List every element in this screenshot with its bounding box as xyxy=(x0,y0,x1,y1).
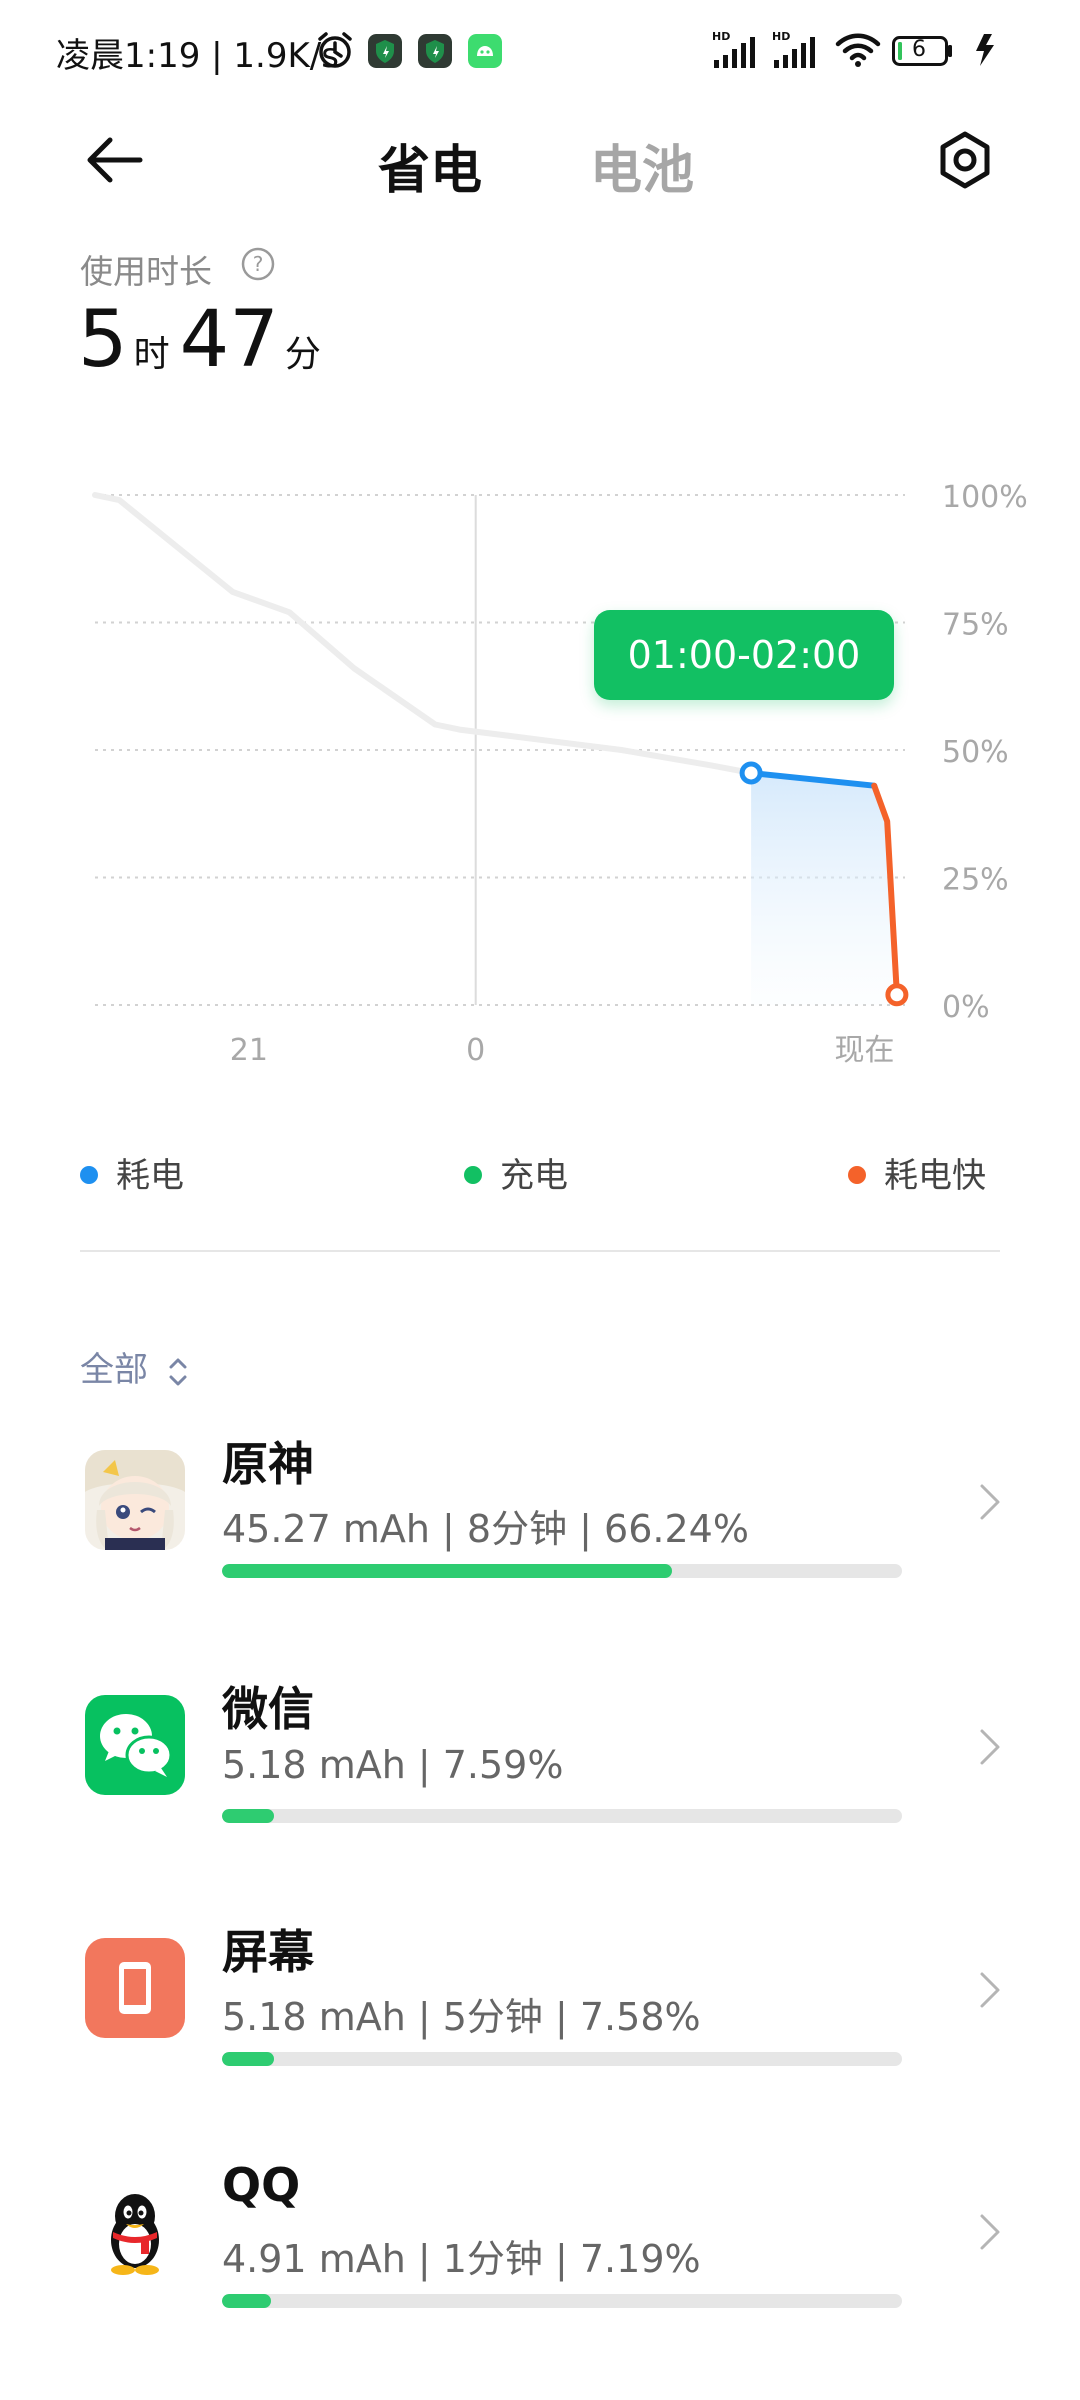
usage-hours-unit: 时 xyxy=(133,334,170,375)
settings-button[interactable] xyxy=(935,130,995,190)
app-stats: 5.18 mAh | 5分钟 | 7.58% xyxy=(222,1995,701,2039)
tab-power-saving[interactable]: 省电 xyxy=(378,128,482,203)
usage-progress-bar xyxy=(222,2052,902,2066)
legend-label: 耗电快 xyxy=(884,1156,986,1196)
app-stats: 45.27 mAh | 8分钟 | 66.24% xyxy=(222,1507,749,1551)
usage-duration: 5 时 47 分 xyxy=(78,295,331,385)
hd-signal-icon: HD xyxy=(712,30,755,68)
usage-progress-bar xyxy=(222,2294,902,2308)
filter-label: 全部 xyxy=(80,1350,148,1390)
sort-toggle-icon xyxy=(169,1358,187,1385)
svg-text:?: ? xyxy=(253,252,264,276)
usage-progress-bar xyxy=(222,1809,902,1823)
svg-text:HD: HD xyxy=(772,30,790,43)
legend-label: 充电 xyxy=(500,1156,568,1196)
svg-text:HD: HD xyxy=(712,30,730,43)
legend-dot xyxy=(464,1165,482,1184)
shield-app-icon xyxy=(418,34,452,68)
usage-minutes-unit: 分 xyxy=(284,334,321,375)
wechat-app-icon xyxy=(85,1695,185,1795)
usage-minutes: 47 xyxy=(179,295,279,385)
shield-app-icon xyxy=(368,34,402,68)
wifi-icon xyxy=(835,33,881,67)
list-item-wechat[interactable]: 微信 5.18 mAh | 7.59% xyxy=(0,1682,1080,1895)
app-name: QQ xyxy=(222,2158,301,2212)
chevron-right-icon xyxy=(980,1972,1000,2008)
usage-label: 使用时长 xyxy=(80,252,212,291)
legend-item-fast-consume: 耗电快 xyxy=(848,1148,986,1197)
qq-app-icon xyxy=(85,2180,185,2280)
charging-icon xyxy=(976,34,994,66)
usage-progress-fill xyxy=(222,1809,274,1823)
x-tick-label: 21 xyxy=(230,1033,268,1068)
list-item-screen[interactable]: 屏幕 5.18 mAh | 5分钟 | 7.58% xyxy=(0,1925,1080,2138)
status-bar: 凌晨1:19 | 1.9K/s HD HD 6 xyxy=(0,0,1080,105)
y-tick-label: 50% xyxy=(942,735,1009,770)
app-stats: 4.91 mAh | 1分钟 | 7.19% xyxy=(222,2237,701,2281)
battery-level: 6 xyxy=(912,37,926,62)
y-tick-label: 25% xyxy=(942,863,1009,898)
help-icon[interactable]: ? xyxy=(240,246,276,282)
android-app-icon xyxy=(468,34,502,68)
usage-hours: 5 xyxy=(78,295,128,385)
alarm-icon xyxy=(318,32,352,68)
genshin-app-icon xyxy=(85,1450,185,1550)
app-name: 微信 xyxy=(222,1682,314,1736)
usage-progress-fill xyxy=(222,1564,673,1578)
usage-progress-fill xyxy=(222,2052,274,2066)
series-end-marker xyxy=(885,983,909,1007)
app-name: 原神 xyxy=(222,1437,314,1491)
battery-chart[interactable]: 100% 75% 50% 25% 0% 21 0 现在 xyxy=(0,470,1080,1090)
legend-dot xyxy=(80,1165,98,1184)
chevron-right-icon xyxy=(980,2214,1000,2250)
app-stats: 5.18 mAh | 7.59% xyxy=(222,1743,564,1787)
series-area xyxy=(751,772,897,1005)
chevron-right-icon xyxy=(980,1484,1000,1520)
usage-progress-fill xyxy=(222,2294,271,2308)
divider xyxy=(80,1250,1000,1252)
app-name: 屏幕 xyxy=(222,1925,314,1979)
x-tick-label: 现在 xyxy=(835,1033,895,1068)
usage-progress-bar xyxy=(222,1564,902,1578)
series-start-marker xyxy=(739,761,763,785)
y-tick-label: 0% xyxy=(942,990,990,1025)
tab-battery[interactable]: 电池 xyxy=(590,128,694,203)
filter-dropdown[interactable]: 全部 xyxy=(80,1342,189,1391)
legend-item-charge: 充电 xyxy=(464,1148,568,1197)
legend-dot xyxy=(848,1165,866,1184)
list-item-genshin[interactable]: 原神 45.27 mAh | 8分钟 | 66.24% xyxy=(0,1437,1080,1650)
legend-item-consume: 耗电 xyxy=(80,1148,184,1197)
battery-chart-svg: 100% 75% 50% 25% 0% 21 0 现在 xyxy=(92,480,1028,1068)
legend-label: 耗电 xyxy=(116,1156,184,1196)
list-item-qq[interactable]: QQ 4.91 mAh | 1分钟 | 7.19% xyxy=(0,2158,1080,2380)
status-time-speed: 凌晨1:19 | 1.9K/s xyxy=(56,36,339,76)
chevron-right-icon xyxy=(980,1729,1000,1765)
hd-signal-icon: HD xyxy=(772,30,815,68)
battery-icon: 6 xyxy=(892,36,954,66)
x-tick-label: 0 xyxy=(466,1033,485,1068)
back-button[interactable] xyxy=(80,130,152,190)
screen-icon xyxy=(85,1938,185,2038)
y-tick-label: 75% xyxy=(942,608,1009,643)
y-tick-label: 100% xyxy=(942,480,1028,515)
chart-tooltip: 01:00-02:00 xyxy=(594,610,894,700)
